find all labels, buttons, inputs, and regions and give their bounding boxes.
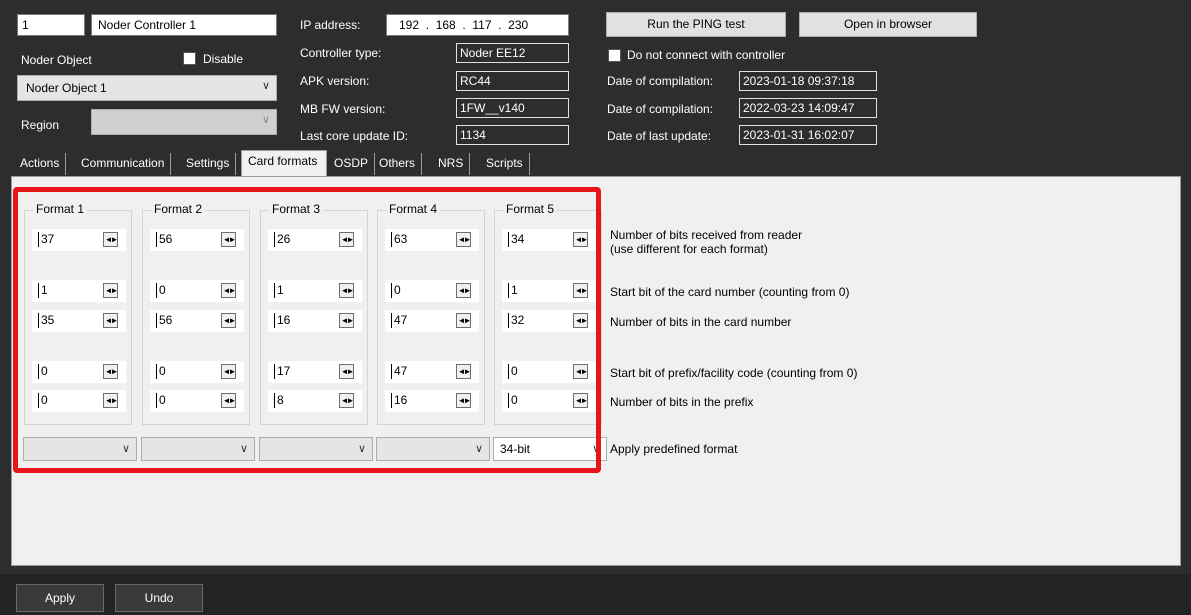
tab-communication[interactable]: Communication [75,153,172,175]
apk-label: APK version: [300,74,370,88]
region-select[interactable]: ∨ [91,109,277,135]
disable-checkbox[interactable] [183,52,196,65]
prefix-bits-label: Number of bits in the prefix [610,395,754,409]
ip-address-field[interactable]: 192 . 168 . 117 . 230 [386,14,569,36]
controller-number-field[interactable]: 1 [17,14,85,36]
controller-number-value: 1 [22,18,29,32]
undo-button[interactable]: Undo [115,584,203,612]
apk-value: RC44 [456,71,569,91]
start-bit-label: Start bit of the card number (counting f… [610,285,850,299]
compile1-value: 2023-01-18 09:37:18 [739,71,877,91]
controller-name-value: Noder Controller 1 [98,18,197,32]
apply-button[interactable]: Apply [16,584,104,612]
tab-actions[interactable]: Actions [14,153,67,175]
mbfw-value: 1FW__v140 [456,98,569,118]
ip-address-value: 192 . 168 . 117 . 230 [399,18,529,32]
type-label: Controller type: [300,46,382,60]
bits-label-line2: (use different for each format) [610,242,768,256]
tab-nrs[interactable]: NRS [432,153,471,175]
chevron-down-icon: ∨ [261,114,270,126]
type-value: Noder EE12 [456,43,569,63]
chevron-down-icon: ∨ [261,80,270,92]
object-select[interactable]: Noder Object 1 ∨ [17,75,277,101]
bits-label-line1: Number of bits received from reader [610,228,803,242]
object-label: Noder Object [21,53,92,67]
prefix-start-label: Start bit of prefix/facility code (count… [610,366,858,380]
mbfw-label: MB FW version: [300,102,386,116]
predefined-format-label: Apply predefined format [610,442,738,456]
tab-settings[interactable]: Settings [180,153,237,175]
open-browser-button[interactable]: Open in browser [799,12,977,37]
core-label: Last core update ID: [300,129,409,143]
update-label: Date of last update: [607,129,712,143]
ping-button[interactable]: Run the PING test [606,12,786,37]
no-connect-label: Do not connect with controller [627,48,786,62]
ip-label: IP address: [300,18,361,32]
tab-scripts[interactable]: Scripts [480,153,530,175]
controller-name-field[interactable]: Noder Controller 1 [91,14,277,36]
update-value: 2023-01-31 16:02:07 [739,125,877,145]
disable-label: Disable [203,52,244,66]
tab-card-formats[interactable]: Card formats [241,150,327,176]
highlight-box [13,187,601,473]
tab-others[interactable]: Others [373,153,423,175]
core-value: 1134 [456,125,569,145]
card-bits-label: Number of bits in the card number [610,315,792,329]
compile2-label: Date of compilation: [607,102,714,116]
tab-osdp[interactable]: OSDP [328,153,376,175]
object-select-value: Noder Object 1 [26,81,107,95]
compile1-label: Date of compilation: [607,74,714,88]
region-label: Region [21,118,60,132]
compile2-value: 2022-03-23 14:09:47 [739,98,877,118]
no-connect-checkbox[interactable] [608,49,621,62]
